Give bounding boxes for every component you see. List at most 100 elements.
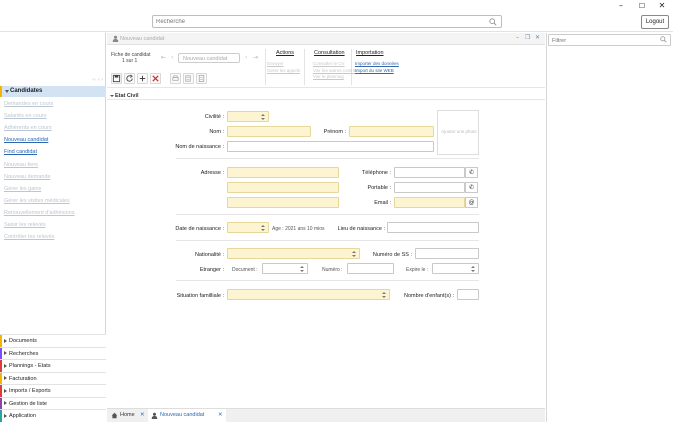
at-icon: @ [468,199,475,206]
filter-input[interactable] [552,36,657,45]
sidebar-link[interactable]: Nouveau demande [4,174,50,180]
email-field[interactable] [394,197,465,208]
window-maximize-button[interactable]: ☐ [632,1,652,11]
nom-label: Nom : [209,129,224,135]
civilite-select[interactable] [227,111,269,122]
menu-color-bar [0,360,2,372]
toolbar-link[interactable]: Voir le planning [313,74,344,79]
sidebar-link[interactable]: Gérer les gains [4,186,41,192]
delete-button[interactable] [150,73,161,84]
record-select[interactable]: Nouveau candidat [178,53,240,63]
tab-nouveau-candidat[interactable]: Nouveau candidat ✕ [148,409,226,422]
sidebar-link[interactable]: Contrôler les relevés [4,234,54,240]
toolbar-link[interactable]: Consulter le CV [313,61,345,66]
print-button[interactable] [170,73,181,84]
mobile-call-button[interactable]: ✆ [465,182,478,193]
save-button[interactable] [111,73,122,84]
user-icon [112,35,119,42]
logout-button[interactable]: Logout [641,15,669,29]
toolbar-link[interactable]: Voir les autres contrats [313,68,359,73]
etranger-label: Etranger : [199,267,224,273]
window-close-button[interactable]: ✕ [652,1,672,11]
adresse-line2-field[interactable] [227,182,339,193]
menu-color-bar [0,410,2,422]
delete-x-icon [152,75,159,82]
sidebar-link[interactable]: Demandes en cours [4,101,53,107]
toolbar-link[interactable]: Import du site WEB [355,68,394,73]
sidebar-link[interactable]: Nouveau tiers [4,162,38,168]
panel-restore-button[interactable]: ❐ [525,34,530,41]
sidebar-section-candidates[interactable]: Candidates [0,86,106,97]
nav-prev-button[interactable]: ‹ [171,54,173,61]
sidebar-menu-imports-exports[interactable]: Imports / Exports [0,384,106,397]
sidebar-menu-recherches[interactable]: Recherches [0,346,106,360]
toolbar-link[interactable]: Gérer les appels [267,68,300,73]
refresh-button[interactable] [124,73,135,84]
chevron-up-icon [261,224,265,227]
refresh-icon [126,74,133,82]
toolbar-group-title: Actions [276,50,295,56]
sidebar-menu-gestion-de-liste[interactable]: Gestion de liste [0,396,106,410]
telephone-field[interactable] [394,167,465,178]
email-send-button[interactable]: @ [465,197,478,208]
date-naissance-field[interactable] [227,222,269,233]
portable-field[interactable] [394,182,465,193]
sidebar-menu-application[interactable]: Application [0,409,106,422]
numero-field[interactable] [347,263,394,274]
copy-button[interactable] [183,73,194,84]
document-button[interactable] [196,73,207,84]
sidebar-menu-plannings-etats[interactable]: Plannings - Etats [0,359,106,372]
global-search[interactable] [152,15,502,28]
numero-ss-field[interactable] [415,248,479,259]
window-minimize-button[interactable]: – [611,1,631,11]
photo-upload[interactable]: Ajouter une photo [437,110,479,155]
tab-close-button[interactable]: ✕ [218,412,223,418]
menu-label: Documents [9,338,37,344]
global-search-input[interactable] [156,17,486,27]
sidebar-section-label: Candidates [10,88,43,94]
toolbar-link[interactable]: Importer des données [355,61,399,66]
nav-first-button[interactable]: ⇤ [161,54,166,61]
chevron-down-icon [300,269,304,272]
panel-minimize-button[interactable]: – [516,34,519,41]
sidebar-link[interactable]: Saisir les relevés [4,222,46,228]
nb-enfants-label: Nombre d'enfant(s) : [404,293,454,299]
tab-close-button[interactable]: ✕ [140,412,145,418]
tab-home[interactable]: Home ✕ [108,409,148,422]
tab-label: Nouveau candidat [160,412,205,418]
document-select[interactable] [262,263,308,274]
nb-enfants-field[interactable] [457,289,479,300]
sidebar-link[interactable]: Adhérents en cours [4,125,52,131]
menu-label: Facturation [9,375,37,382]
nom-field[interactable] [227,126,311,137]
lieu-naissance-field[interactable] [387,222,479,233]
filter-search[interactable] [548,34,671,46]
situation-select[interactable] [227,289,390,300]
panel-close-button[interactable]: ✕ [535,34,540,41]
sidebar-link[interactable]: Nouveau candidat [4,137,48,143]
sidebar-menu-facturation[interactable]: Facturation [0,371,106,385]
phone-call-button[interactable]: ✆ [465,167,478,178]
sidebar-link[interactable]: Salariés en cours [4,113,47,119]
adresse-line1-field[interactable] [227,167,339,178]
sidebar-collapse-controls[interactable]: ‹‹ ‹ › [92,77,103,83]
nav-next-button[interactable]: › [245,54,247,61]
menu-label: Plannings - Etats [9,363,51,369]
section-etat-civil[interactable]: Etat Civil [107,91,545,100]
nav-last-button[interactable]: ⇥ [253,54,258,61]
sidebar-menu-documents[interactable]: Documents [0,334,106,347]
adresse-line3-field[interactable] [227,197,339,208]
expire-date-field[interactable] [432,263,479,274]
search-icon[interactable] [489,18,497,26]
sidebar-link[interactable]: Renouvellement d'adhésions [4,210,74,216]
add-button[interactable] [137,73,148,84]
sidebar-link[interactable]: Find candidat [4,149,37,155]
chevron-down-icon [110,95,114,97]
sidebar-link[interactable]: Gérer les visites médicales [4,198,70,204]
nationalite-select[interactable] [227,248,360,259]
prenom-field[interactable] [349,126,434,137]
search-icon[interactable] [660,36,667,43]
nom-naissance-field[interactable] [227,141,434,152]
toolbar-link[interactable]: Envoyer [267,61,284,66]
panel-header [107,33,545,45]
